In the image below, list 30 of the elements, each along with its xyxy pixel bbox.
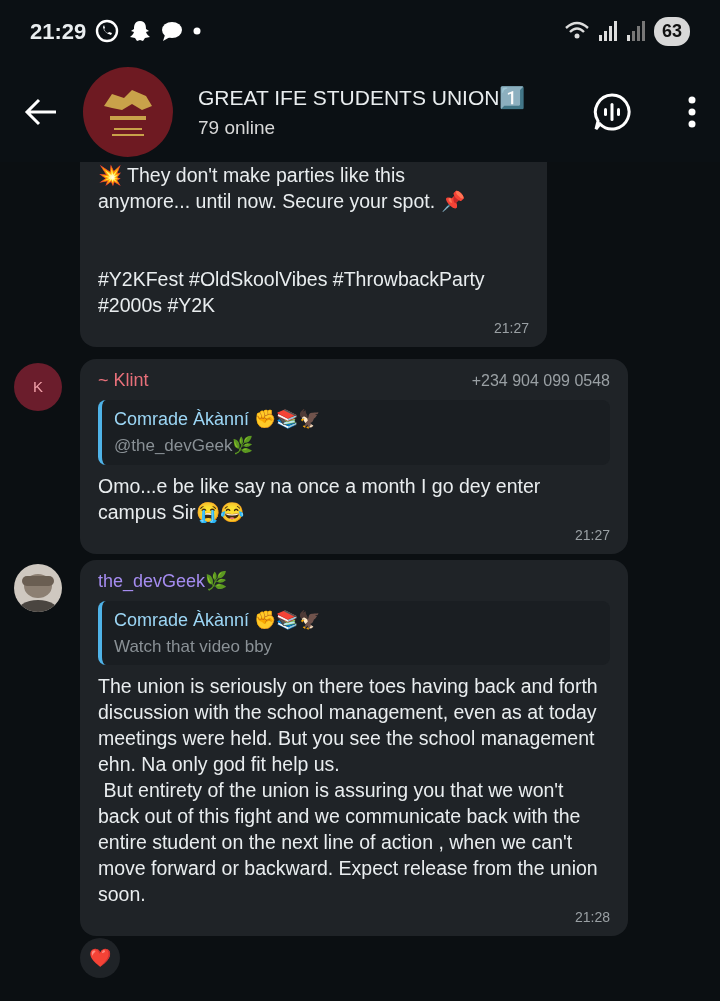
quote-author: Comrade Àkànní ✊📚🦅 [114,408,322,431]
avatar[interactable]: K [14,363,62,411]
quoted-message[interactable]: Comrade Àkànní ✊📚🦅 Watch that video bby [98,600,610,665]
quote-text: @the_devGeek🌿 [114,435,255,457]
sender-name[interactable]: the_devGeek🌿 [98,567,228,595]
battery-indicator: 63 [653,16,690,46]
menu-icon[interactable] [686,95,698,129]
signal-icon [597,21,618,41]
message-text: 💥 They don't make parties like this anymore... until now. Secure your spot. 📌 #Y2KFest #OldSkoolVibes #ThrowbackParty #2000s #Y2K [98,163,486,318]
chat-bubble-icon [160,19,185,43]
online-count: 79 online [198,115,277,140]
group-title: GREAT IFE STUDENTS UNION1⃣ [198,85,527,111]
sender-name[interactable]: ~ Klint [98,367,149,394]
dot-icon [192,26,203,36]
message-time: 21:27 [492,319,529,338]
phone-number: +234 904 099 0548 [471,370,610,391]
quote-author: Comrade Àkànní ✊📚🦅 [114,608,322,632]
message-text: The union is seriously on there toes having back and forth discussion with the school management, even as at today meetings were held. But you see the school management ehn. Na only god fit help us. But entirety of the union is assuring you that we won't back out of this fight and we communicate back with the entire student on the next line of action , when we can't move forward or backward. Expect release from the union soon. [98,674,599,907]
message-time: 21:27 [573,525,610,545]
message-text: Omo...e be like say na once a month I go dey enter campus Sir😭😂 [98,473,542,525]
reaction[interactable]: ❤ [80,938,120,978]
quote-text: Watch that video bby [114,635,274,658]
quoted-message[interactable]: Comrade Àkànní ✊📚🦅 @the_devGeek🌿 [98,400,610,465]
phone-chat-icon [94,18,121,44]
back-icon[interactable] [24,97,58,127]
signal-icon [625,21,646,41]
message-time: 21:28 [573,908,610,927]
voice-chat-icon[interactable] [592,92,632,132]
group-logo-icon [82,66,174,158]
clock-text: 21:29 [30,17,87,46]
